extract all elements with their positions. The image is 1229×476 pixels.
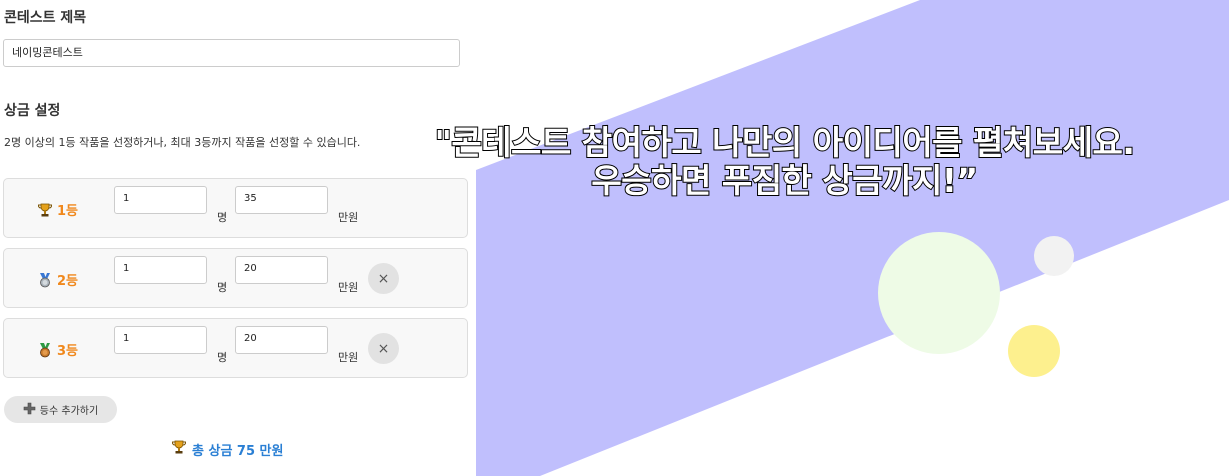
amount-unit-2: 만원	[338, 281, 359, 294]
rank-3: 3등	[37, 340, 78, 359]
yellow-circle	[1008, 325, 1060, 377]
gray-circle	[1034, 236, 1074, 276]
winner-count-input-1[interactable]: 1	[114, 186, 207, 214]
count-unit-1: 명	[217, 211, 228, 224]
add-rank-button[interactable]: 등수 추가하기	[4, 396, 117, 423]
purple-band	[476, 0, 1229, 476]
remove-rank-2-button[interactable]: ×	[368, 263, 399, 294]
total-prize: 총 상금 75 만원	[171, 439, 283, 459]
prize-amount-input-3[interactable]: 20	[235, 326, 328, 354]
contest-form: 콘테스트 제목 네이밍콘테스트 상금 설정 2명 이상의 1등 작품을 선정하거…	[0, 0, 476, 476]
prize-amount-input-2[interactable]: 20	[235, 256, 328, 284]
plus-icon	[23, 402, 36, 418]
trophy-icon	[171, 439, 187, 459]
remove-rank-3-button[interactable]: ×	[368, 333, 399, 364]
rank-1-label: 1등	[57, 204, 79, 219]
rank-1: 1등	[37, 200, 78, 219]
silver-medal-icon	[37, 272, 53, 288]
prize-amount-input-1[interactable]: 35	[235, 186, 328, 214]
bronze-medal-icon	[37, 342, 53, 358]
close-icon: ×	[377, 340, 390, 357]
prize-row-3: 3등 1 명 20 만원 ×	[3, 318, 468, 378]
contest-title-input[interactable]: 네이밍콘테스트	[3, 39, 460, 67]
contest-title-label: 콘테스트 제목	[4, 10, 87, 26]
count-unit-3: 명	[217, 351, 228, 364]
promo-headline: "콘테스트 참여하고 나만의 아이디어를 펼쳐보세요. 우승하면 푸짐한 상금까…	[340, 123, 1229, 201]
green-circle	[878, 232, 1000, 354]
headline-line-2: 우승하면 푸짐한 상금까지!”	[590, 161, 979, 201]
rank-3-label: 3등	[57, 344, 79, 359]
close-icon: ×	[377, 270, 390, 287]
trophy-icon	[37, 202, 53, 218]
total-prize-text: 총 상금 75 만원	[192, 443, 284, 459]
rank-2: 2등	[37, 270, 78, 289]
winner-count-input-2[interactable]: 1	[114, 256, 207, 284]
winner-count-input-3[interactable]: 1	[114, 326, 207, 354]
amount-unit-3: 만원	[338, 351, 359, 364]
amount-unit-1: 만원	[338, 211, 359, 224]
headline-line-1: "콘테스트 참여하고 나만의 아이디어를 펼쳐보세요.	[434, 123, 1136, 163]
count-unit-2: 명	[217, 281, 228, 294]
prize-settings-label: 상금 설정	[4, 103, 61, 119]
add-rank-label: 등수 추가하기	[39, 406, 99, 417]
rank-2-label: 2등	[57, 274, 79, 289]
prize-row-2: 2등 1 명 20 만원 ×	[3, 248, 468, 308]
